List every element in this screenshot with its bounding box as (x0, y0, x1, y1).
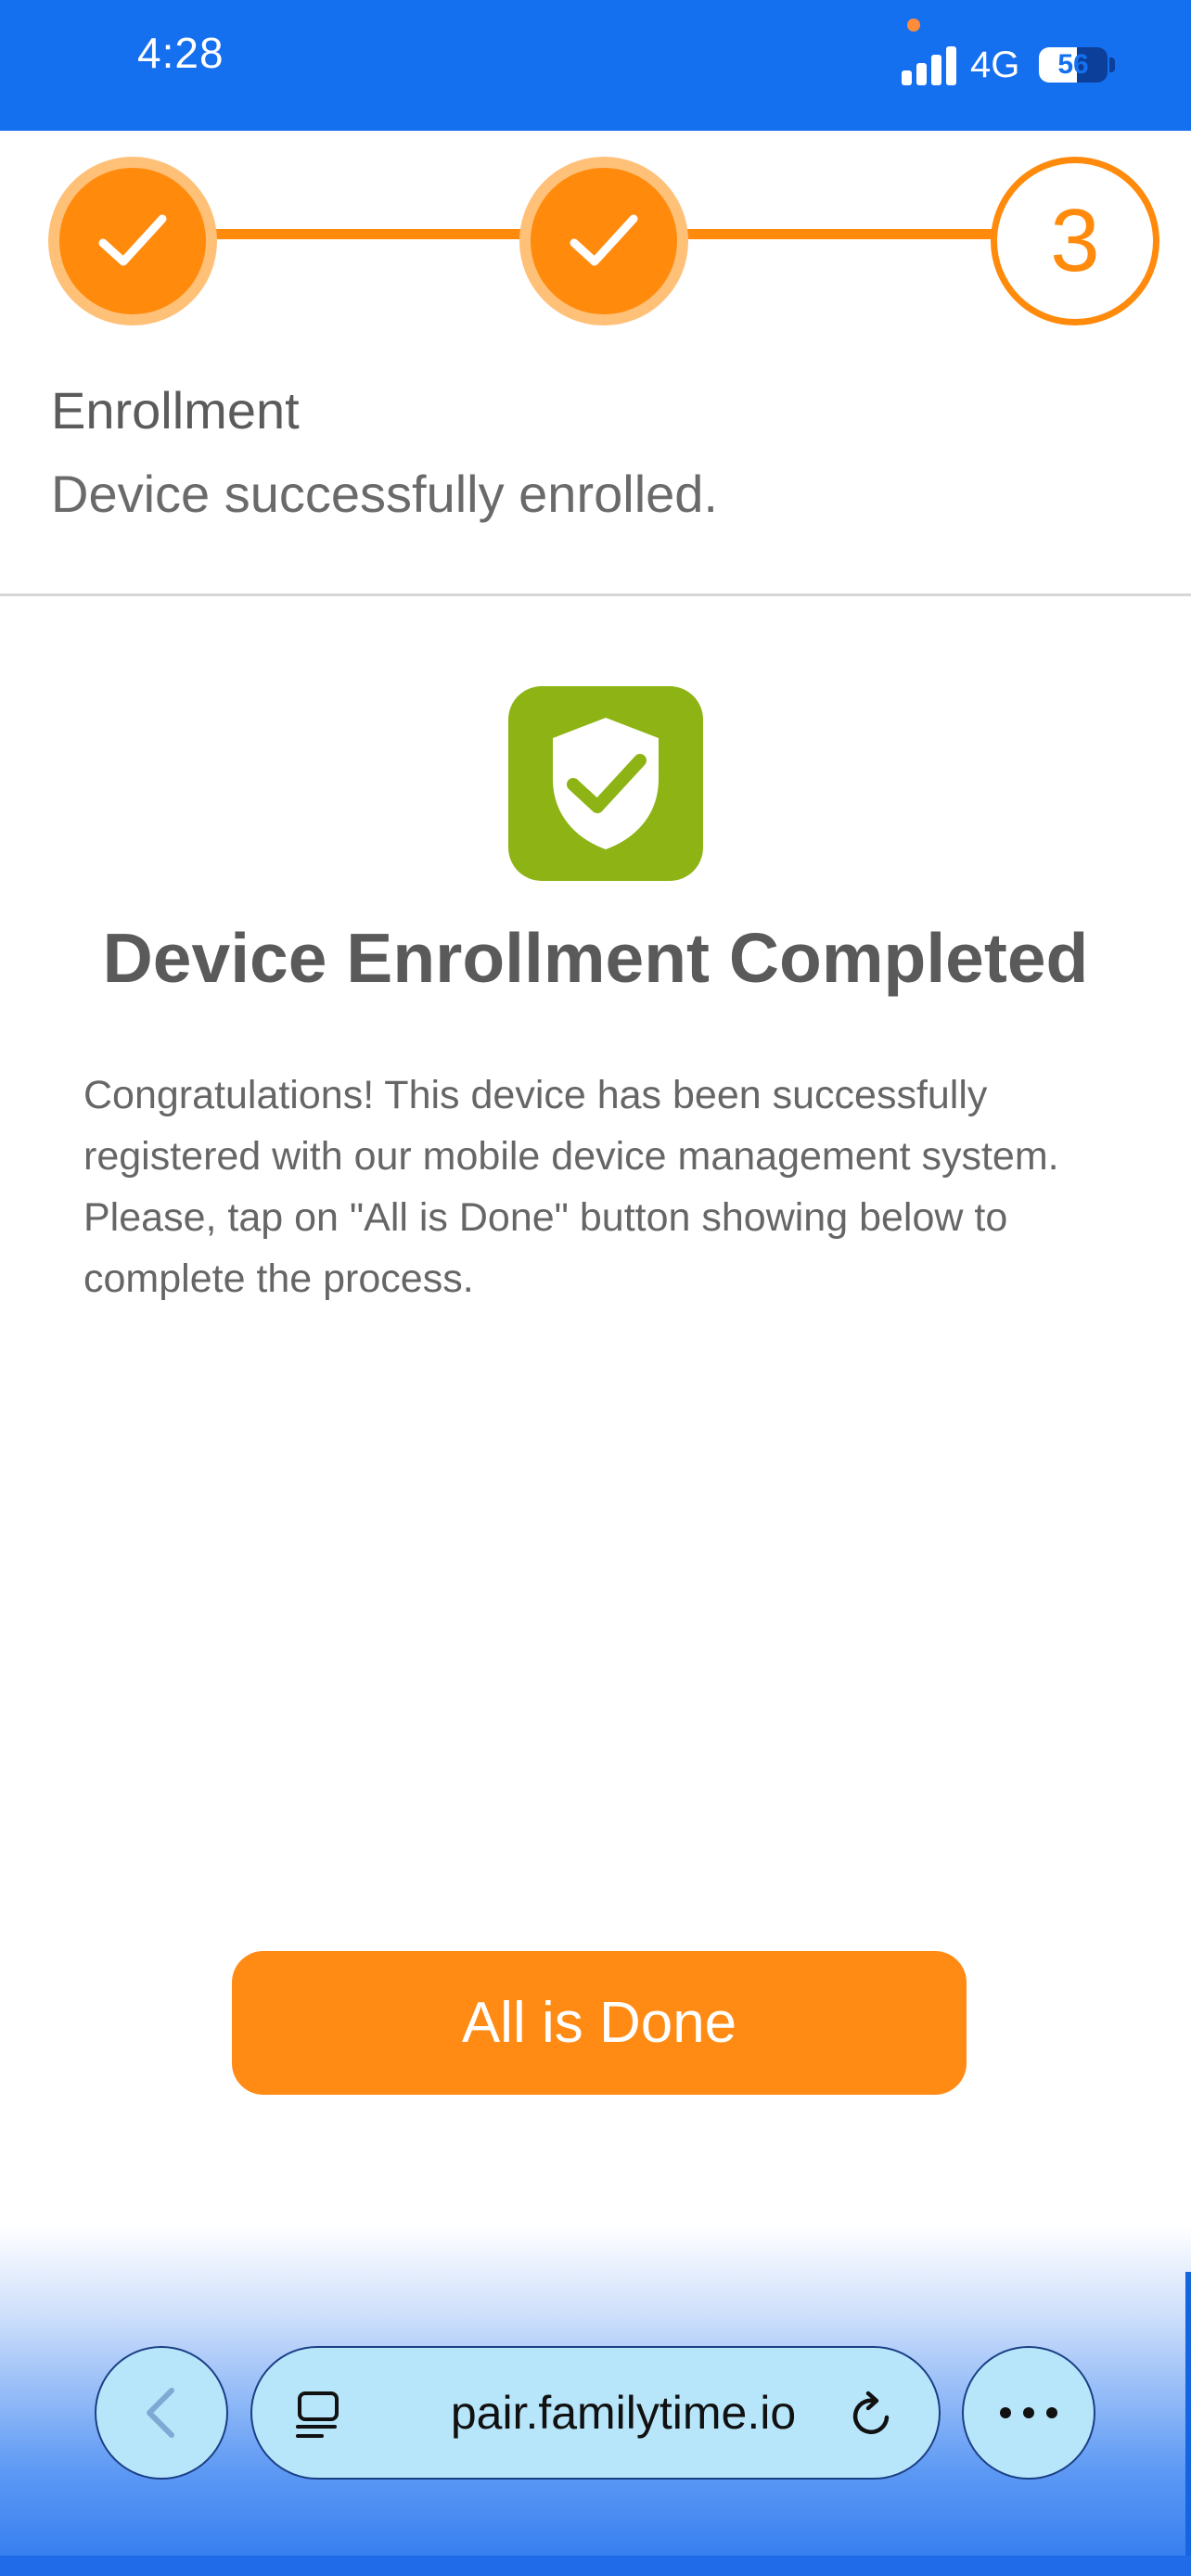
more-icon (1000, 2407, 1057, 2418)
page: 4:28 4G 56 3 Enrollment Device successfu… (0, 0, 1191, 2576)
privacy-indicator-dot (907, 19, 920, 32)
home-indicator-area (0, 2556, 1191, 2576)
content-title: Device Enrollment Completed (102, 919, 1089, 997)
status-time: 4:28 (137, 29, 224, 77)
network-type: 4G (970, 45, 1020, 85)
reader-mode-icon[interactable] (294, 2390, 344, 2440)
checkmark-icon (98, 214, 167, 266)
cellular-signal-icon (902, 46, 957, 85)
content-body: Congratulations! This device has been su… (83, 1073, 1059, 1301)
progress-stepper: 3 (0, 131, 1191, 344)
step-3-current: 3 (991, 157, 1159, 325)
reload-icon[interactable] (846, 2390, 898, 2442)
battery-icon: 56 (1039, 47, 1108, 83)
all-is-done-button[interactable]: All is Done (232, 1951, 967, 2095)
step-connector (686, 229, 998, 239)
step-2-completed (519, 157, 688, 325)
checkmark-icon (570, 214, 638, 266)
battery-level: 56 (1057, 49, 1089, 80)
step-connector (213, 229, 529, 239)
shield-icon (553, 718, 659, 849)
shield-check-icon (508, 686, 703, 881)
step-title: Enrollment (51, 381, 300, 440)
status-bar: 4:28 4G 56 (0, 0, 1191, 131)
address-bar[interactable]: pair.familytime.io (250, 2346, 941, 2480)
back-arrow-icon (147, 2388, 174, 2438)
url-text: pair.familytime.io (450, 2387, 797, 2439)
divider (0, 593, 1191, 596)
scroll-indicator (1185, 2272, 1191, 2576)
battery-cap (1109, 57, 1115, 72)
more-button[interactable] (962, 2346, 1095, 2480)
step-subtitle: Device successfully enrolled. (51, 465, 718, 523)
step-1-completed (48, 157, 217, 325)
back-button[interactable] (95, 2346, 228, 2480)
